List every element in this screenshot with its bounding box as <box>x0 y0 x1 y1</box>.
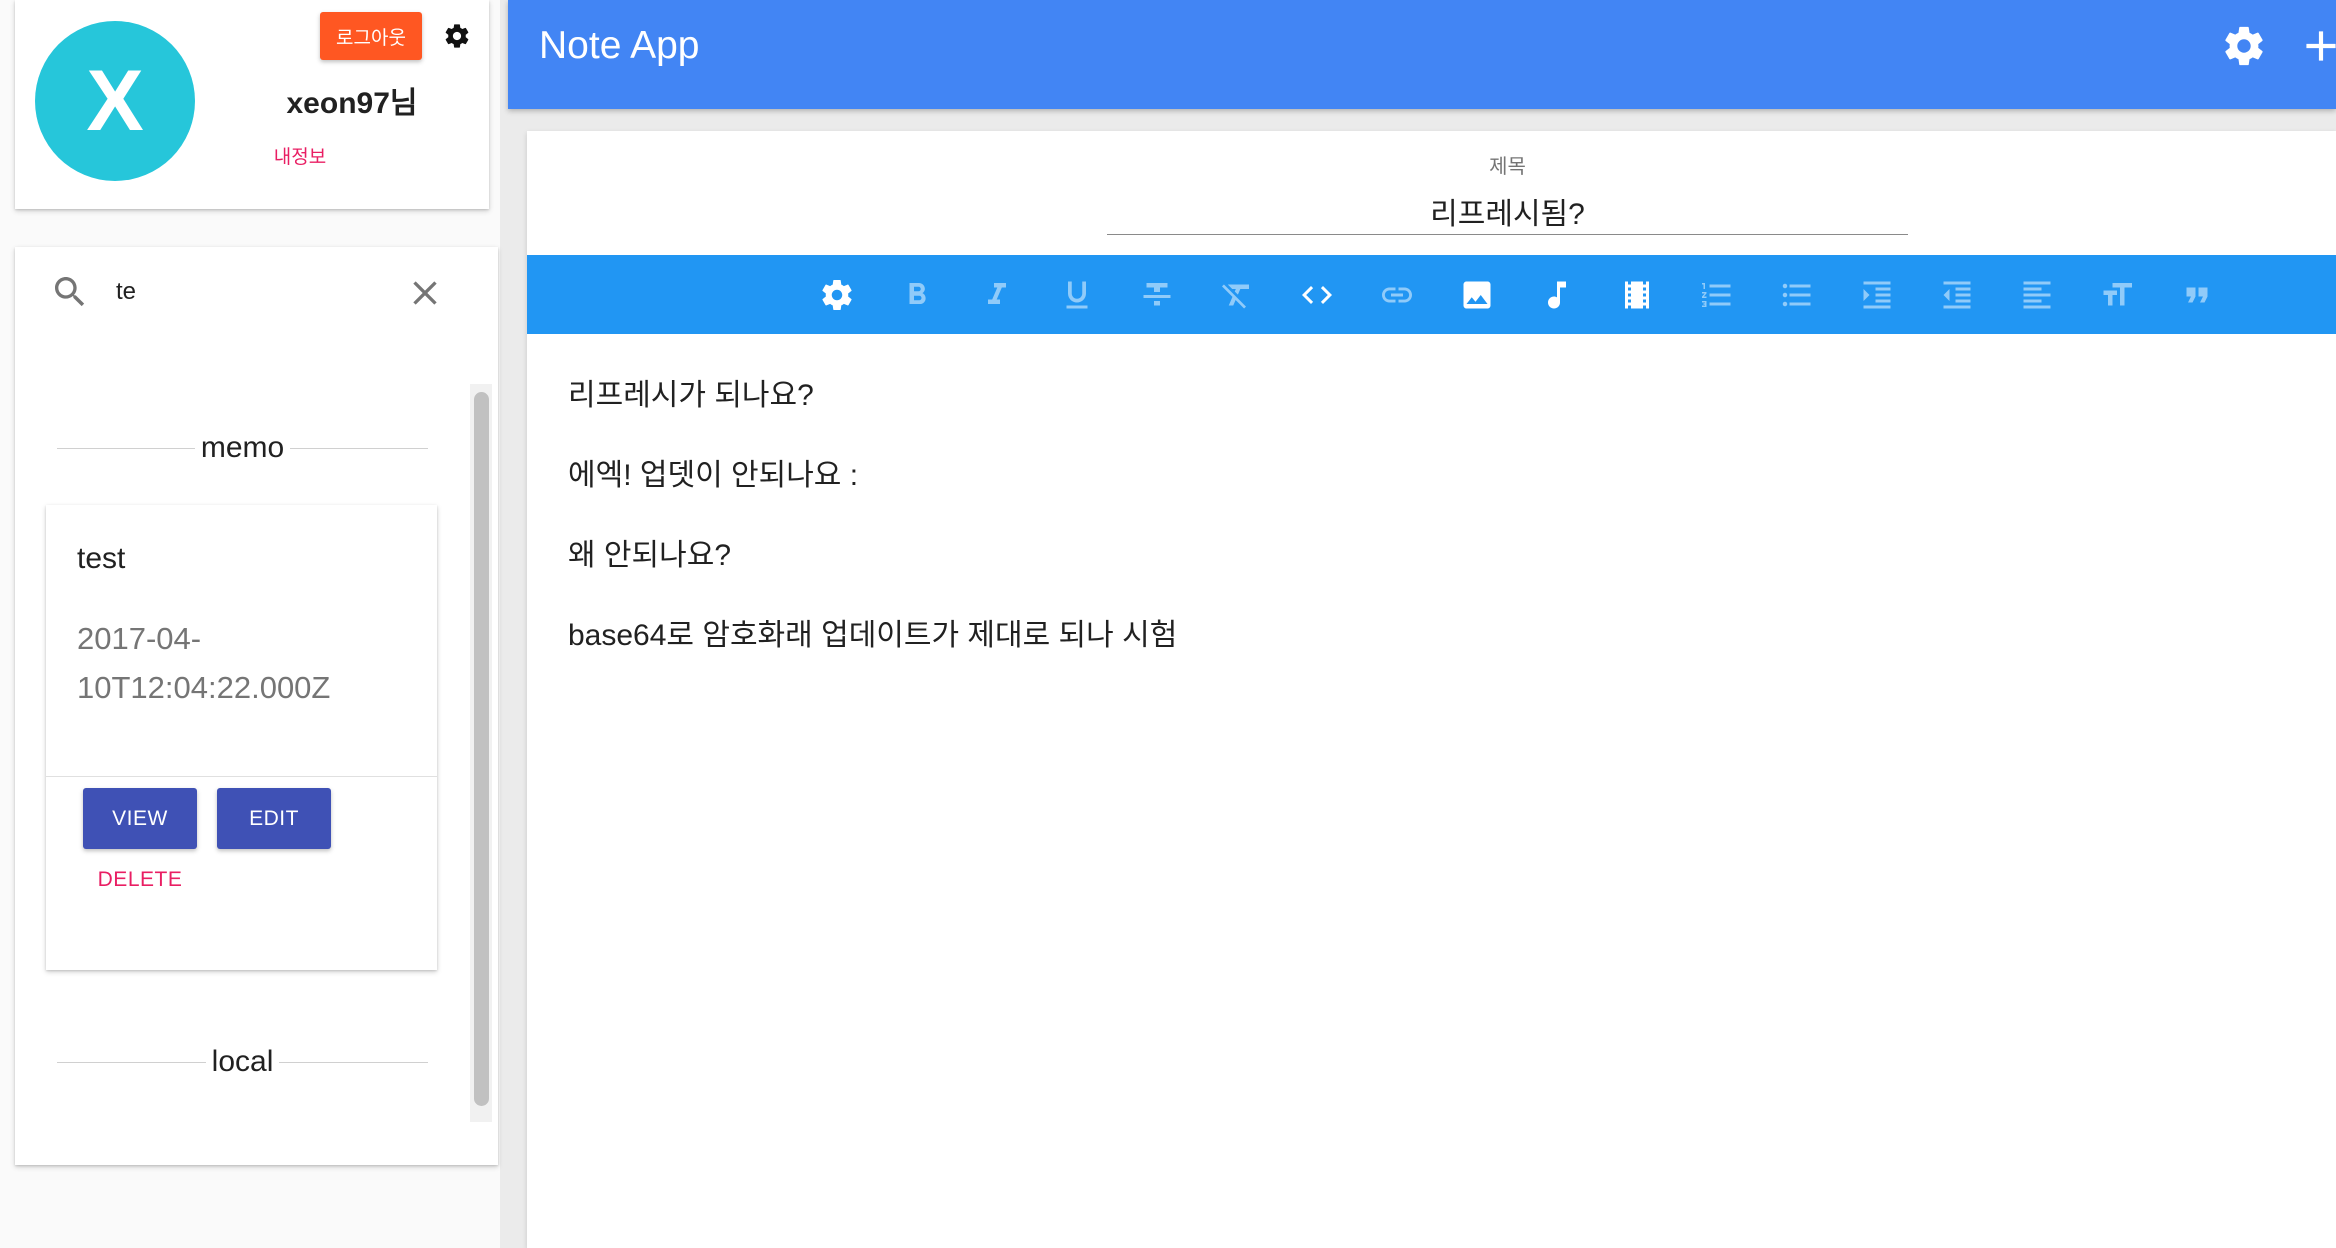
toolbar-outdent-button[interactable] <box>1917 255 1997 334</box>
indent-icon <box>1863 281 1891 308</box>
toolbar-bold-button[interactable] <box>877 255 957 334</box>
username: xeon97님 <box>286 87 418 120</box>
toolbar-align-left-button[interactable] <box>1997 255 2077 334</box>
italic-icon <box>988 282 1006 304</box>
quote-icon <box>2186 287 2208 302</box>
content-paragraph: base64로 암호화래 업데이트가 제대로 되나 시험 <box>568 619 1178 652</box>
title-input[interactable] <box>1107 187 1908 235</box>
sidebar: X 로그아웃 xeon97님 내정보 memo test 2017-04-10T… <box>0 0 500 1248</box>
strikethrough-icon <box>1143 282 1171 305</box>
notes-panel: memo test 2017-04-10T12:04:22.000Z VIEW … <box>15 247 498 1165</box>
gear-icon[interactable] <box>443 22 471 50</box>
logout-button[interactable]: 로그아웃 <box>320 12 422 60</box>
memo-card: test 2017-04-10T12:04:22.000Z VIEW EDIT … <box>46 505 437 970</box>
memo-date: 2017-04-10T12:04:22.000Z <box>77 621 331 705</box>
toolbar-underline-button[interactable] <box>1037 255 1117 334</box>
clear-format-icon <box>1222 284 1249 308</box>
toolbar-image-button[interactable] <box>1437 255 1517 334</box>
link-icon <box>1382 287 1412 302</box>
close-icon[interactable] <box>405 273 445 313</box>
editor-content[interactable]: 리프레시가 되나요? 에엑! 업뎃이 안되나요 : 왜 안되나요? base64… <box>568 334 2295 696</box>
video-icon <box>1625 281 1649 308</box>
avatar: X <box>35 21 195 181</box>
code-icon <box>1302 285 1332 304</box>
section-label: memo <box>200 431 285 464</box>
toolbar-video-button[interactable] <box>1597 255 1677 334</box>
my-info-link[interactable]: 내정보 <box>250 146 350 170</box>
toolbar-quote-button[interactable] <box>2157 255 2237 334</box>
toolbar-gear-button[interactable] <box>797 255 877 334</box>
underline-icon <box>1066 281 1088 308</box>
toolbar-italic-button[interactable] <box>957 255 1037 334</box>
toolbar-ordered-list-button[interactable] <box>1677 255 1757 334</box>
outdent-icon <box>1943 281 1971 308</box>
music-note-icon <box>1548 281 1566 308</box>
delete-button[interactable]: DELETE <box>83 865 197 895</box>
toolbar-text-size-button[interactable] <box>2077 255 2157 334</box>
divider-line <box>57 447 195 449</box>
ordered-list-icon <box>1702 282 1731 307</box>
toolbar-bullet-list-button[interactable] <box>1757 255 1837 334</box>
divider-line <box>290 447 429 449</box>
section-label: local <box>211 1045 274 1078</box>
toolbar-clear-format-button[interactable] <box>1197 255 1277 334</box>
image-icon <box>1463 281 1491 308</box>
bullet-list-icon <box>1782 283 1811 306</box>
content-paragraph: 리프레시가 되나요? <box>568 379 814 412</box>
section-divider-local: local <box>57 1042 429 1082</box>
text-size-icon <box>2103 282 2132 305</box>
toolbar-link-button[interactable] <box>1357 255 1437 334</box>
memo-title: test <box>77 542 126 575</box>
title-field: 제목 <box>1107 131 1908 241</box>
add-icon[interactable] <box>2296 21 2336 71</box>
search-icon <box>50 272 90 312</box>
edit-button[interactable]: EDIT <box>217 788 331 849</box>
toolbar-music-note-button[interactable] <box>1517 255 1597 334</box>
divider-line <box>279 1061 429 1063</box>
toolbar-strikethrough-button[interactable] <box>1117 255 1197 334</box>
toolbar-indent-button[interactable] <box>1837 255 1917 334</box>
gear-icon[interactable] <box>2221 23 2267 69</box>
scrollbar-thumb[interactable] <box>474 392 489 1106</box>
gear-icon <box>822 279 852 310</box>
align-left-icon <box>2023 281 2051 308</box>
content-paragraph: 에엑! 업뎃이 안되나요 : <box>568 459 859 492</box>
profile-card: X 로그아웃 xeon97님 내정보 <box>15 0 489 209</box>
section-divider-memo: memo <box>57 428 429 468</box>
card-divider <box>46 776 437 777</box>
editor-panel: 제목 리프레시가 되나요? 에엑! 업뎃이 안되나요 : 왜 안되나요? bas… <box>527 131 2336 1248</box>
divider-line <box>57 1061 206 1063</box>
editor-toolbar <box>527 255 2336 334</box>
app-header: Note App <box>508 0 2336 109</box>
search-input[interactable] <box>116 271 376 313</box>
app-title: Note App <box>539 24 700 67</box>
bold-icon <box>909 282 926 304</box>
toolbar-code-button[interactable] <box>1277 255 1357 334</box>
content-paragraph: 왜 안되나요? <box>568 539 732 572</box>
view-button[interactable]: VIEW <box>83 788 197 849</box>
title-label: 제목 <box>1489 156 1526 178</box>
